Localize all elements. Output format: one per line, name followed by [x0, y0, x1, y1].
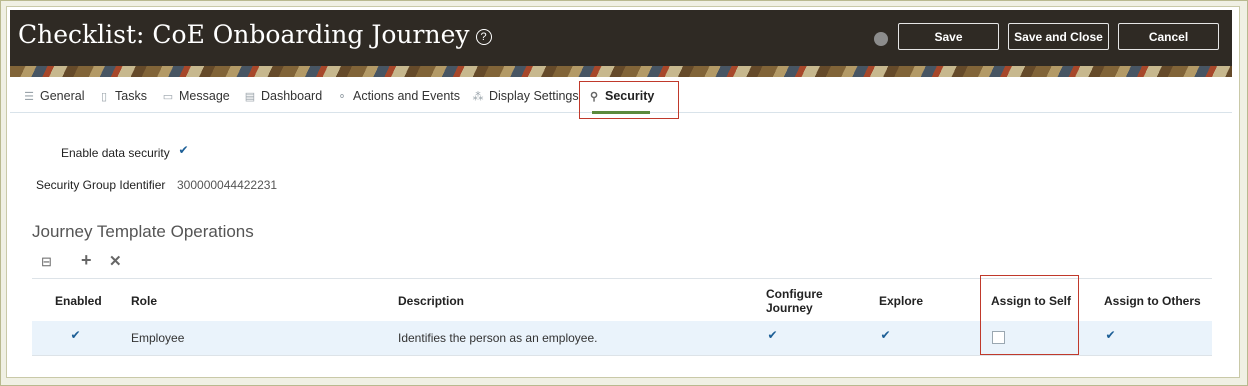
page-title-text: Checklist: CoE Onboarding Journey — [18, 20, 470, 49]
security-user-icon: ⚲ — [589, 91, 599, 103]
tab-label: Actions and Events — [353, 89, 461, 103]
row-assign-to-others-checkbox[interactable]: ✔ — [1104, 329, 1117, 343]
tab-dashboard[interactable]: ▤ Dashboard — [244, 80, 322, 112]
filter-icon[interactable]: ⊟ — [41, 254, 52, 270]
tab-label: Display Settings — [489, 89, 579, 103]
message-icon: ▭ — [162, 91, 174, 103]
tab-label: Tasks — [115, 89, 147, 103]
clipboard-icon: ▯ — [100, 91, 108, 103]
column-assign-to-others: Assign to Others — [1104, 294, 1201, 308]
tab-general[interactable]: ☰ General — [23, 80, 84, 112]
column-configure-journey: Configure Journey — [766, 287, 823, 315]
tab-message[interactable]: ▭ Message — [162, 80, 230, 112]
page-header: Checklist: CoE Onboarding Journey? Save … — [10, 10, 1232, 77]
cancel-button[interactable]: Cancel — [1118, 23, 1219, 50]
row-enabled-checkbox[interactable]: ✔ — [69, 329, 82, 343]
help-icon[interactable]: ? — [475, 29, 492, 45]
column-configure-line1: Configure — [766, 287, 823, 301]
enable-data-security-checkbox[interactable]: ✔ — [177, 144, 190, 158]
decorative-banner — [10, 66, 1232, 77]
security-group-identifier-label: Security Group Identifier — [36, 178, 166, 192]
table-row[interactable]: ✔ Employee Identifies the person as an e… — [32, 321, 1212, 356]
row-explore-checkbox[interactable]: ✔ — [879, 329, 892, 343]
operations-table: Enabled Role Description Configure Journ… — [32, 278, 1212, 358]
globe-icon[interactable] — [874, 32, 888, 46]
tab-bar: ☰ General ▯ Tasks ▭ Message ▤ Dashboard ⚬ Act… — [10, 80, 1232, 114]
column-description: Description — [398, 294, 465, 308]
column-configure-line2: Journey — [766, 301, 813, 315]
row-configure-journey-checkbox[interactable]: ✔ — [766, 329, 779, 343]
save-button[interactable]: Save — [898, 23, 999, 50]
table-header: Enabled Role Description Configure Journ… — [32, 278, 1212, 322]
display-settings-icon: ⁂ — [472, 91, 484, 103]
tab-label: Message — [179, 89, 230, 103]
tab-label: Security — [605, 89, 655, 103]
journey-template-operations-title: Journey Template Operations — [32, 222, 254, 241]
row-description: Identifies the person as an employee. — [398, 331, 598, 345]
tab-label: Dashboard — [261, 89, 323, 103]
row-assign-to-self-checkbox[interactable] — [992, 331, 1005, 344]
actions-icon: ⚬ — [337, 91, 347, 103]
column-enabled: Enabled — [55, 294, 102, 308]
list-icon: ☰ — [24, 91, 34, 103]
delete-icon[interactable]: ✕ — [109, 252, 122, 270]
save-and-close-button[interactable]: Save and Close — [1008, 23, 1109, 50]
column-explore: Explore — [879, 294, 924, 308]
tab-security[interactable]: ⚲ Security — [588, 80, 655, 114]
dashboard-icon: ▤ — [244, 91, 256, 103]
column-assign-to-self: Assign to Self — [991, 294, 1072, 308]
tab-tasks[interactable]: ▯ Tasks — [98, 80, 147, 112]
add-icon[interactable]: + — [81, 250, 92, 271]
active-tab-indicator — [592, 111, 651, 114]
enable-data-security-label: Enable data security — [61, 146, 170, 160]
row-role: Employee — [131, 331, 185, 345]
tab-display-settings[interactable]: ⁂ Display Settings — [472, 80, 579, 112]
security-group-identifier-value: 300000044422231 — [177, 178, 278, 192]
column-role: Role — [131, 294, 158, 308]
tab-label: General — [40, 89, 85, 103]
page-title: Checklist: CoE Onboarding Journey? — [18, 20, 492, 49]
tab-actions-and-events[interactable]: ⚬ Actions and Events — [336, 80, 460, 112]
